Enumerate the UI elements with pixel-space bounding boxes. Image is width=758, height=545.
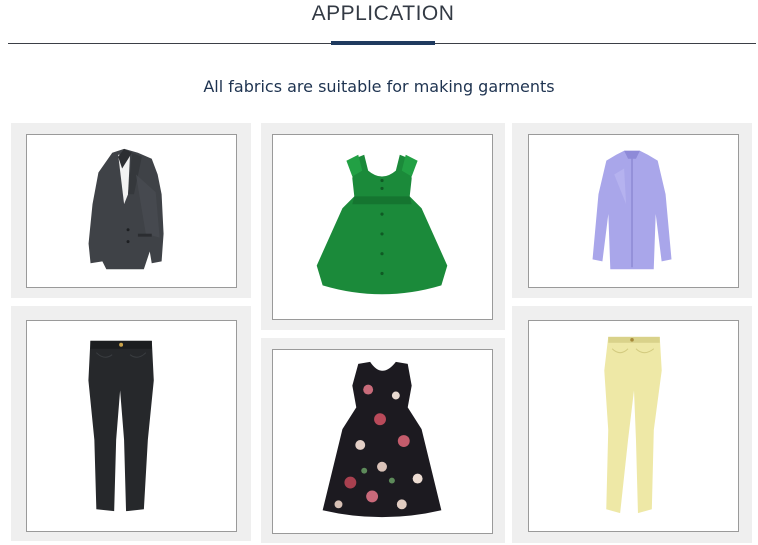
gallery-card-black-trousers[interactable]: [11, 306, 251, 541]
gallery-card-green-dress[interactable]: [261, 123, 505, 330]
lavender-shirt-image[interactable]: [528, 134, 739, 288]
gallery-card-floral-dress[interactable]: [261, 338, 505, 543]
section-title: APPLICATION: [311, 2, 455, 25]
floral-dress-image[interactable]: [272, 349, 493, 534]
gallery-card-blazer[interactable]: [11, 123, 251, 298]
section-subtitle: All fabrics are suitable for making garm…: [203, 77, 555, 96]
yellow-jeans-image[interactable]: [528, 320, 739, 532]
blazer-image[interactable]: [26, 134, 237, 288]
green-dress-image[interactable]: [272, 134, 493, 320]
title-divider-accent: [331, 41, 435, 45]
gallery-card-lavender-shirt[interactable]: [512, 123, 752, 298]
gallery-card-yellow-jeans[interactable]: [512, 306, 752, 543]
black-trousers-image[interactable]: [26, 320, 237, 532]
